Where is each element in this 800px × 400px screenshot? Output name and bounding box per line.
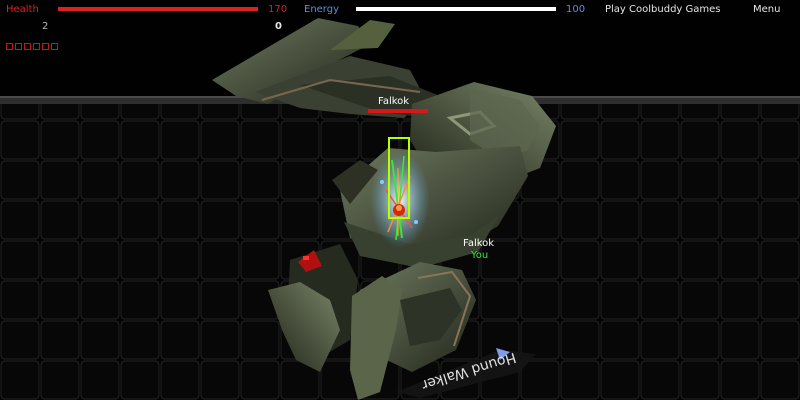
kill-count: 2	[42, 21, 49, 32]
energy-label: Energy	[304, 4, 340, 15]
plasma-glow-icon	[370, 152, 430, 248]
player-tag: You	[471, 250, 489, 261]
ammo-count: 0	[275, 21, 282, 32]
menu-button[interactable]: Menu	[753, 4, 780, 16]
health-bar-fill	[58, 7, 258, 11]
health-value: 170	[268, 4, 288, 15]
enemy-name: Falkok	[378, 96, 410, 107]
play-coolbuddy-games-link[interactable]: Play Coolbuddy Games	[605, 4, 721, 16]
energy-value: 100	[566, 4, 586, 15]
enemy-health-bar-fill	[368, 109, 428, 113]
health-bar	[58, 7, 258, 11]
player-name: Falkok	[463, 238, 495, 249]
grenade-slot	[33, 43, 40, 50]
health-label: Health	[6, 4, 39, 15]
grenade-slot	[6, 43, 13, 50]
game-scene	[0, 18, 800, 400]
grenade-slots	[6, 43, 58, 50]
grenade-slot	[51, 43, 58, 50]
energy-bar-fill	[356, 7, 556, 11]
grenade-slot	[42, 43, 49, 50]
grenade-slot	[15, 43, 22, 50]
grenade-slot	[24, 43, 31, 50]
enemy-health-bar	[368, 109, 428, 113]
game-viewport[interactable]: Health 170 Energy 100 Play Coolbuddy Gam…	[0, 0, 800, 400]
energy-bar	[356, 7, 556, 11]
